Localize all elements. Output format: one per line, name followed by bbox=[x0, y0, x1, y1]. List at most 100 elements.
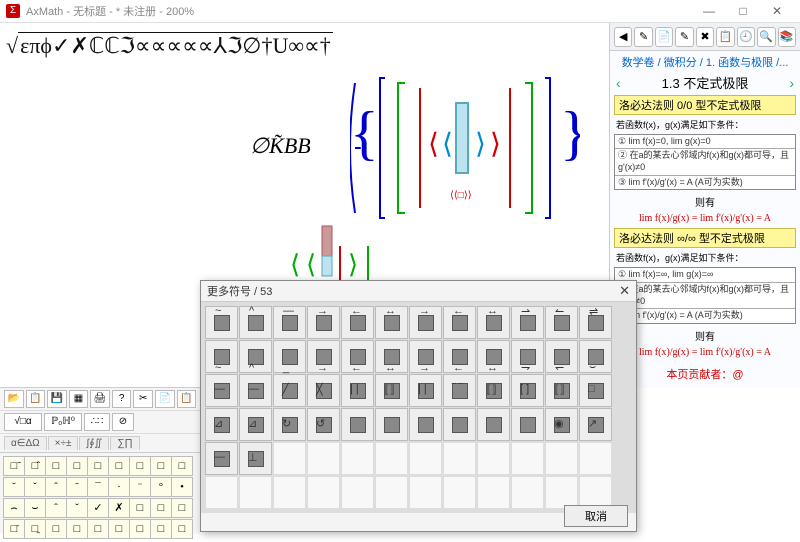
symbol-cell[interactable]: ^ bbox=[239, 340, 272, 373]
symbol-cell[interactable] bbox=[443, 408, 476, 441]
palette-cell[interactable]: □̂ bbox=[24, 456, 46, 476]
symbol-cell[interactable]: ‾ ‾ bbox=[443, 374, 476, 407]
symbol-cell[interactable]: ⟦⟧ bbox=[375, 374, 408, 407]
symbol-cell[interactable]: ↔ bbox=[477, 306, 510, 339]
symbol-cell[interactable]: ↽ bbox=[545, 340, 578, 373]
palette-cell[interactable]: □ bbox=[129, 519, 151, 539]
symbol-cell[interactable]: ↗ bbox=[579, 408, 612, 441]
symbol-cell[interactable] bbox=[511, 408, 544, 441]
side-delete-icon[interactable]: ✖ bbox=[696, 27, 714, 47]
palette-cell[interactable]: ✓ bbox=[87, 498, 109, 518]
save-icon[interactable]: 💾 bbox=[47, 390, 67, 408]
cut-icon[interactable]: ✂ bbox=[133, 390, 153, 408]
help-icon[interactable]: ? bbox=[112, 390, 132, 408]
palette-cell[interactable]: □ bbox=[171, 498, 193, 518]
palette-cell[interactable]: □ bbox=[129, 456, 151, 476]
template-script-button[interactable]: ℙ₀ℍ⁰ bbox=[44, 413, 82, 431]
palette-cell[interactable]: ˜ bbox=[66, 477, 88, 497]
template-circle-button[interactable]: ⊘ bbox=[112, 413, 134, 431]
symbol-cell[interactable]: — bbox=[205, 374, 238, 407]
next-section-icon[interactable]: › bbox=[789, 75, 794, 91]
palette-cell[interactable]: □ bbox=[108, 456, 130, 476]
symbol-cell[interactable] bbox=[375, 408, 408, 441]
palette-cell[interactable]: □̱ bbox=[24, 519, 46, 539]
palette-cell[interactable]: □ bbox=[87, 456, 109, 476]
symbol-cell[interactable]: | | bbox=[409, 374, 442, 407]
symbol-cell[interactable] bbox=[341, 408, 374, 441]
symbol-cell[interactable]: ↔ bbox=[375, 306, 408, 339]
symbol-cell[interactable]: ↔ bbox=[477, 340, 510, 373]
symbol-cell[interactable]: ⇌ bbox=[579, 306, 612, 339]
copy-icon[interactable]: 📄 bbox=[155, 390, 175, 408]
template-dots-button[interactable]: ∴∷ bbox=[84, 413, 110, 431]
symbol-cell[interactable]: ← bbox=[443, 306, 476, 339]
symbol-cell[interactable]: ← bbox=[341, 306, 374, 339]
symbol-cell[interactable]: → bbox=[307, 306, 340, 339]
symbol-cell[interactable]: ⊥ bbox=[239, 442, 272, 475]
symbol-cell[interactable]: ← bbox=[341, 340, 374, 373]
grid-icon[interactable]: ▦ bbox=[69, 390, 89, 408]
symbol-cell[interactable]: ~ bbox=[205, 306, 238, 339]
symbol-cell[interactable]: ↺ bbox=[307, 408, 340, 441]
symbol-cell[interactable]: ╱ bbox=[273, 374, 306, 407]
side-library-icon[interactable]: 📚 bbox=[778, 27, 796, 47]
palette-cell[interactable]: □̄ bbox=[3, 519, 25, 539]
maximize-button[interactable]: □ bbox=[726, 4, 760, 18]
symbol-cell[interactable]: ⇀ bbox=[511, 306, 544, 339]
palette-cell[interactable]: □ bbox=[87, 519, 109, 539]
symbol-cell[interactable]: _ bbox=[273, 340, 306, 373]
palette-cell[interactable]: □ bbox=[171, 456, 193, 476]
symbol-cell[interactable]: ← bbox=[443, 340, 476, 373]
symbol-cell[interactable] bbox=[409, 408, 442, 441]
symbol-cell[interactable]: ⊿ bbox=[239, 408, 272, 441]
open-icon[interactable]: 📂 bbox=[4, 390, 24, 408]
symbol-cell[interactable]: → bbox=[409, 340, 442, 373]
clipboard-icon[interactable]: 📋 bbox=[177, 390, 197, 408]
symbol-cell[interactable]: | | bbox=[341, 374, 374, 407]
tab-operators[interactable]: ×÷± bbox=[48, 436, 79, 450]
symbol-cell[interactable]: ↔ bbox=[375, 340, 408, 373]
symbol-cell[interactable]: — bbox=[239, 374, 272, 407]
symbol-cell[interactable]: □ bbox=[579, 374, 612, 407]
palette-cell[interactable]: □ bbox=[45, 519, 67, 539]
side-history-icon[interactable]: 🕘 bbox=[737, 27, 755, 47]
dialog-close-icon[interactable]: ✕ bbox=[619, 283, 630, 299]
tab-integrals[interactable]: ∫∮∬ bbox=[79, 436, 109, 450]
prev-section-icon[interactable]: ‹ bbox=[616, 75, 621, 91]
symbol-cell[interactable]: ╳ bbox=[307, 374, 340, 407]
tab-greek[interactable]: α∈ΔΩ bbox=[4, 436, 47, 450]
paste-icon[interactable]: 📋 bbox=[26, 390, 46, 408]
formula-line-1[interactable]: √επϕ✓✗ℂℂℑ∝∝∝∝∝⅄ℑ∅†U∞∝† bbox=[6, 33, 333, 59]
bracket-structure-large[interactable]: { } ⟨ ⟩ ⟨ ⟩ ⟨⟨□⟩⟩ bbox=[350, 73, 580, 223]
palette-cell[interactable]: □ bbox=[66, 519, 88, 539]
template-radical-button[interactable]: √□α bbox=[4, 413, 42, 431]
print-icon[interactable]: 🖨 bbox=[90, 390, 110, 408]
symbol-cell[interactable]: → bbox=[307, 340, 340, 373]
close-button[interactable]: ✕ bbox=[760, 4, 794, 18]
formula-line-2[interactable]: ∅K̃BB bbox=[250, 133, 311, 159]
palette-cell[interactable]: ⌢ bbox=[3, 498, 25, 518]
symbol-cell[interactable]: ~ bbox=[205, 340, 238, 373]
symbol-cell[interactable] bbox=[477, 408, 510, 441]
symbol-cell[interactable]: ⇁ bbox=[511, 340, 544, 373]
side-edit-icon[interactable]: ✎ bbox=[634, 27, 652, 47]
tab-bigops[interactable]: ∑∏ bbox=[110, 436, 139, 450]
symbol-cell[interactable]: ◉ bbox=[545, 408, 578, 441]
palette-cell[interactable]: □ bbox=[150, 519, 172, 539]
palette-cell[interactable]: □ bbox=[150, 498, 172, 518]
symbol-cell[interactable]: — bbox=[273, 306, 306, 339]
symbol-cell[interactable]: ↼ bbox=[545, 306, 578, 339]
palette-cell[interactable]: ˇ bbox=[24, 477, 46, 497]
palette-cell[interactable]: ✗ bbox=[108, 498, 130, 518]
palette-cell[interactable]: ˆ bbox=[45, 477, 67, 497]
palette-cell[interactable]: □̃ bbox=[3, 456, 25, 476]
palette-cell[interactable]: □ bbox=[66, 456, 88, 476]
symbol-cell[interactable]: ↻ bbox=[273, 408, 306, 441]
palette-cell[interactable]: ˇ bbox=[66, 498, 88, 518]
palette-cell[interactable]: ° bbox=[150, 477, 172, 497]
side-search-icon[interactable]: 🔍 bbox=[757, 27, 775, 47]
symbol-cell[interactable]: ⟦⟧ bbox=[477, 374, 510, 407]
palette-cell[interactable]: ⌣ bbox=[24, 498, 46, 518]
breadcrumb[interactable]: 数学卷 / 微积分 / 1. 函数与极限 /... bbox=[610, 51, 800, 73]
symbol-cell[interactable]: ^ bbox=[239, 306, 272, 339]
